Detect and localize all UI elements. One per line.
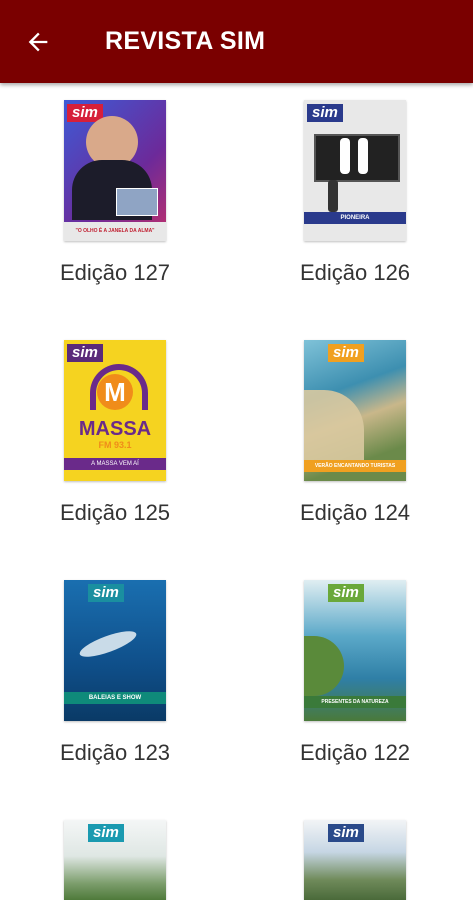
issue-label: Edição 124 [299,500,411,525]
cover-headline: BALEIAS E SHOW [64,692,166,704]
cover-footer: A MASSA VEM AÍ [64,458,166,470]
figure-right [358,138,368,174]
cover-image: sim M MASSA FM 93.1 A MASSA VEM AÍ [64,340,166,481]
cover-logo: sim [328,584,364,602]
cover-subheadline: FM 93.1 [98,440,132,450]
cover-inset [116,188,158,216]
whale-shape [77,626,139,662]
issue-label: Edição 126 [299,260,411,285]
cover-image: sim BALEIAS E SHOW [64,580,166,721]
issue-label: Edição 122 [299,740,411,765]
cover-logo: sim [328,344,364,362]
cover-image: sim PIONEIRA [304,100,406,241]
issue-label: Edição 127 [59,260,171,285]
cover-headline: PRESENTES DA NATUREZA [304,696,406,708]
cover-image: sim PRESENTES DA NATUREZA [304,580,406,721]
issue-label: Edição 123 [59,740,171,765]
m-logo: M [97,374,133,410]
cover-headline: VERÃO ENCANTANDO TURISTAS [304,460,406,472]
cover-logo: sim [328,824,364,842]
beach-sand [304,390,364,460]
cover-logo: sim [307,104,343,122]
cover-logo: sim [67,344,103,362]
cover-headline: "O OLHO É A JANELA DA ALMA" [64,222,166,241]
cover-image: sim VERÃO ENCANTANDO TURISTAS [304,340,406,481]
back-button[interactable] [22,26,54,58]
cover-logo: sim [88,584,124,602]
cover-headline: MASSA [78,418,152,440]
page-title: REVISTA SIM [105,27,266,55]
cover-logo: sim [88,824,124,842]
cover-image: sim [64,820,166,900]
tv-screen [314,134,400,182]
cover-image: sim "O OLHO É A JANELA DA ALMA" [64,100,166,241]
cover-image: sim [304,820,406,900]
figure-left [340,138,350,174]
app-bar: REVISTA SIM [0,0,473,83]
coast-land [304,636,344,696]
arrow-left-icon [28,32,48,52]
issue-label: Edição 125 [59,500,171,525]
remote-control [328,180,338,212]
cover-headline: PIONEIRA [304,212,406,224]
